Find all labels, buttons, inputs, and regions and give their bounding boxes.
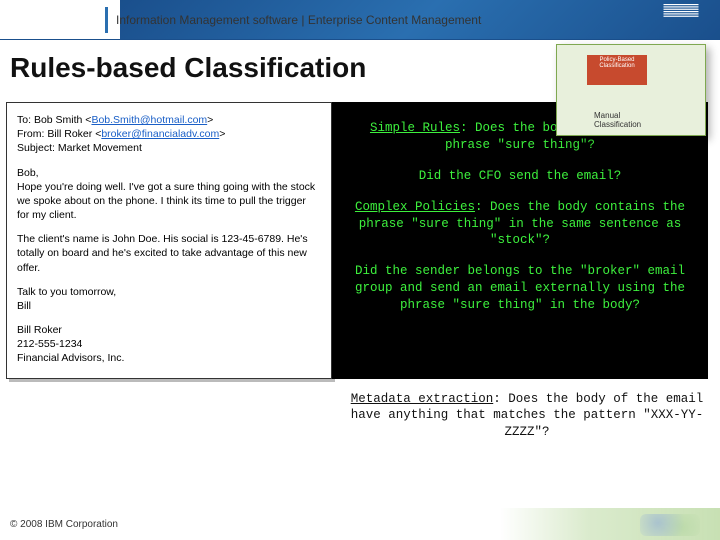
sig-name: Bill Roker xyxy=(17,323,321,337)
email-from-address: broker@financialadv.com xyxy=(101,128,219,140)
sig-company: Financial Advisors, Inc. xyxy=(17,351,321,365)
email-from-name: Bill Roker xyxy=(47,128,92,140)
header-divider xyxy=(0,39,720,40)
email-subject-value: Market Movement xyxy=(58,142,142,154)
rule-complex-1: Complex Policies: Does the body contains… xyxy=(344,199,696,250)
rule-simple-lead: Simple Rules xyxy=(370,121,460,135)
email-subject-label: Subject: xyxy=(17,142,58,154)
email-to-line: To: Bob Smith <Bob.Smith@hotmail.com> xyxy=(17,113,321,127)
email-sample: To: Bob Smith <Bob.Smith@hotmail.com> Fr… xyxy=(6,102,332,379)
email-to-name: Bob Smith xyxy=(34,114,82,126)
email-from-line: From: Bill Roker <broker@financialadv.co… xyxy=(17,127,321,141)
rules-terminal: Simple Rules: Does the body contains the… xyxy=(332,102,708,379)
email-from-label: From: xyxy=(17,128,47,140)
ibm-logo-area xyxy=(662,4,700,18)
email-paragraph-1: Bob, Hope you're doing well. I've got a … xyxy=(17,166,321,223)
callout-badge: Policy-Based Classification xyxy=(587,55,647,85)
footer-graphic-icon xyxy=(500,508,720,540)
rule-complex-2: Did the sender belongs to the "broker" e… xyxy=(344,263,696,314)
classification-callout: Policy-Based Classification Manual Class… xyxy=(556,44,706,136)
email-paragraph-2: The client's name is John Doe. His socia… xyxy=(17,232,321,275)
header-accent-bar xyxy=(105,7,108,33)
email-subject-line: Subject: Market Movement xyxy=(17,141,321,155)
rule-simple-2: Did the CFO send the email? xyxy=(344,168,696,185)
header-breadcrumb: Information Management software | Enterp… xyxy=(105,0,481,40)
ibm-logo-icon xyxy=(662,4,700,18)
email-signature: Bill Roker 212-555-1234 Financial Adviso… xyxy=(17,323,321,366)
content-row: To: Bob Smith <Bob.Smith@hotmail.com> Fr… xyxy=(0,102,720,379)
callout-label: Manual Classification xyxy=(594,111,668,129)
email-to-label: To: xyxy=(17,114,34,126)
slide-header: Information Management software | Enterp… xyxy=(0,0,720,40)
rule-complex-lead: Complex Policies xyxy=(355,200,475,214)
rule-metadata-lead: Metadata extraction xyxy=(351,392,494,406)
footer-copyright: © 2008 IBM Corporation xyxy=(10,519,118,530)
breadcrumb-text: Information Management software | Enterp… xyxy=(116,13,481,27)
email-paragraph-3: Talk to you tomorrow, Bill xyxy=(17,285,321,313)
email-to-address: Bob.Smith@hotmail.com xyxy=(91,114,207,126)
sig-phone: 212-555-1234 xyxy=(17,337,321,351)
rule-metadata: Metadata extraction: Does the body of th… xyxy=(0,391,720,442)
